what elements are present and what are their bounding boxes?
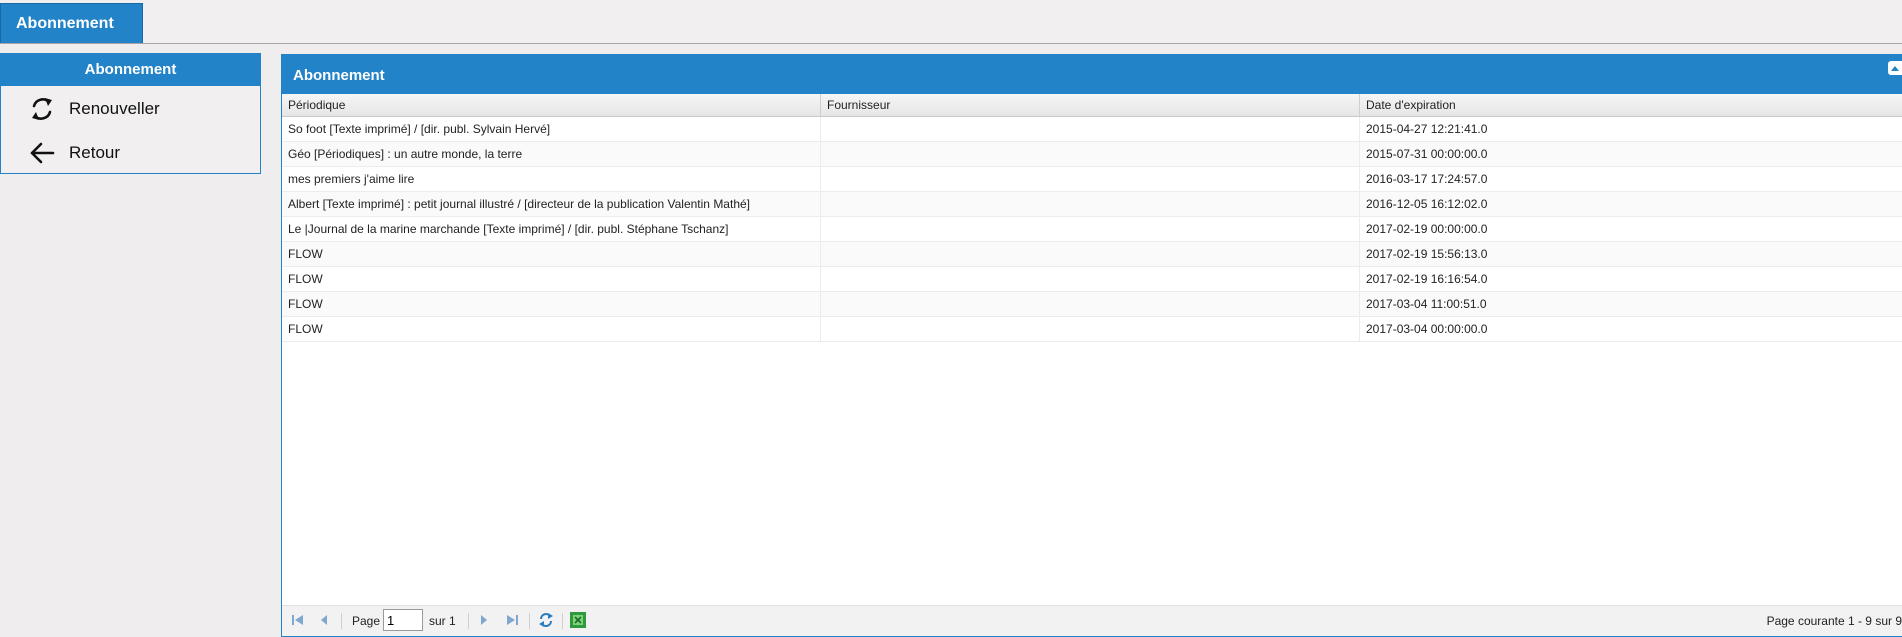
back-label: Retour xyxy=(69,143,121,162)
page-info: Page courante 1 - 9 sur 9 xyxy=(1766,614,1902,628)
tab-bar: Abonnement xyxy=(0,0,1902,44)
cell-fournisseur xyxy=(821,267,1360,291)
cell-periodique: So foot [Texte imprimé] / [dir. publ. Sy… xyxy=(282,117,821,141)
cell-periodique: FLOW xyxy=(282,242,821,266)
renew-label: Renouveller xyxy=(69,99,160,118)
cell-date-expiration: 2017-03-04 11:00:51.0 xyxy=(1360,292,1902,316)
cell-periodique: FLOW xyxy=(282,267,821,291)
collapse-button[interactable] xyxy=(1888,61,1902,75)
column-header-periodique[interactable]: Périodique xyxy=(282,94,821,116)
cell-date-expiration: 2016-12-05 16:12:02.0 xyxy=(1360,192,1902,216)
table-row[interactable]: Albert [Texte imprimé] : petit journal i… xyxy=(282,192,1902,217)
first-page-button[interactable] xyxy=(290,613,306,629)
page-label: Page xyxy=(352,614,381,628)
cell-date-expiration: 2017-03-04 00:00:00.0 xyxy=(1360,317,1902,341)
action-panel-title: Abonnement xyxy=(1,54,260,86)
cell-fournisseur xyxy=(821,117,1360,141)
pager-separator xyxy=(562,613,563,629)
back-button[interactable]: Retour xyxy=(27,136,120,170)
cell-fournisseur xyxy=(821,242,1360,266)
table-row[interactable]: mes premiers j'aime lire 2016-03-17 17:2… xyxy=(282,167,1902,192)
cell-date-expiration: 2015-07-31 00:00:00.0 xyxy=(1360,142,1902,166)
cell-date-expiration: 2016-03-17 17:24:57.0 xyxy=(1360,167,1902,191)
cell-date-expiration: 2015-04-27 12:21:41.0 xyxy=(1360,117,1902,141)
cell-date-expiration: 2017-02-19 16:16:54.0 xyxy=(1360,267,1902,291)
column-header-date-expiration[interactable]: Date d'expiration xyxy=(1360,94,1902,116)
table-row[interactable]: So foot [Texte imprimé] / [dir. publ. Sy… xyxy=(282,117,1902,142)
cell-date-expiration: 2017-02-19 00:00:00.0 xyxy=(1360,217,1902,241)
table-row[interactable]: FLOW 2017-03-04 11:00:51.0 xyxy=(282,292,1902,317)
cell-fournisseur xyxy=(821,192,1360,216)
pager-separator xyxy=(468,613,469,629)
cell-fournisseur xyxy=(821,167,1360,191)
prev-page-button[interactable] xyxy=(316,613,332,629)
cell-periodique: Géo [Périodiques] : un autre monde, la t… xyxy=(282,142,821,166)
grid-title: Abonnement xyxy=(282,55,1902,94)
action-panel: Abonnement Renouveller Retour xyxy=(0,53,261,174)
last-page-icon xyxy=(505,614,519,629)
column-header-fournisseur[interactable]: Fournisseur xyxy=(821,94,1360,116)
cell-periodique: FLOW xyxy=(282,317,821,341)
next-page-button[interactable] xyxy=(476,613,492,629)
cell-fournisseur xyxy=(821,142,1360,166)
cell-periodique: FLOW xyxy=(282,292,821,316)
table-row[interactable]: FLOW 2017-02-19 16:16:54.0 xyxy=(282,267,1902,292)
page-count-label: sur 1 xyxy=(429,614,456,628)
refresh-button[interactable] xyxy=(538,612,554,631)
next-page-icon xyxy=(479,614,489,629)
excel-export-icon xyxy=(570,611,586,631)
pager-separator xyxy=(529,613,530,629)
subscription-grid: Abonnement Périodique Fournisseur Date d… xyxy=(281,54,1902,637)
table-row[interactable]: FLOW 2017-02-19 15:56:13.0 xyxy=(282,242,1902,267)
cell-fournisseur xyxy=(821,317,1360,341)
last-page-button[interactable] xyxy=(504,613,520,629)
table-row[interactable]: Le |Journal de la marine marchande [Text… xyxy=(282,217,1902,242)
chevron-up-icon xyxy=(1890,59,1900,77)
cell-periodique: Le |Journal de la marine marchande [Text… xyxy=(282,217,821,241)
export-excel-button[interactable] xyxy=(570,611,586,631)
pager-separator xyxy=(341,613,342,629)
table-row[interactable]: FLOW 2017-03-04 00:00:00.0 xyxy=(282,317,1902,342)
cell-periodique: mes premiers j'aime lire xyxy=(282,167,821,191)
tab-abonnement[interactable]: Abonnement xyxy=(0,3,143,43)
first-page-icon xyxy=(291,614,305,629)
table-row[interactable]: Géo [Périodiques] : un autre monde, la t… xyxy=(282,142,1902,167)
column-header-row: Périodique Fournisseur Date d'expiration xyxy=(282,94,1902,117)
refresh-icon xyxy=(538,612,554,631)
refresh-icon xyxy=(27,94,57,124)
cell-fournisseur xyxy=(821,292,1360,316)
grid-body: So foot [Texte imprimé] / [dir. publ. Sy… xyxy=(282,117,1902,342)
cell-fournisseur xyxy=(821,217,1360,241)
page-number-input[interactable] xyxy=(383,609,423,631)
pager-toolbar: Page sur 1 xyxy=(282,605,1902,636)
prev-page-icon xyxy=(319,614,329,629)
cell-date-expiration: 2017-02-19 15:56:13.0 xyxy=(1360,242,1902,266)
arrow-left-icon xyxy=(27,138,57,168)
renew-button[interactable]: Renouveller xyxy=(27,92,160,126)
cell-periodique: Albert [Texte imprimé] : petit journal i… xyxy=(282,192,821,216)
